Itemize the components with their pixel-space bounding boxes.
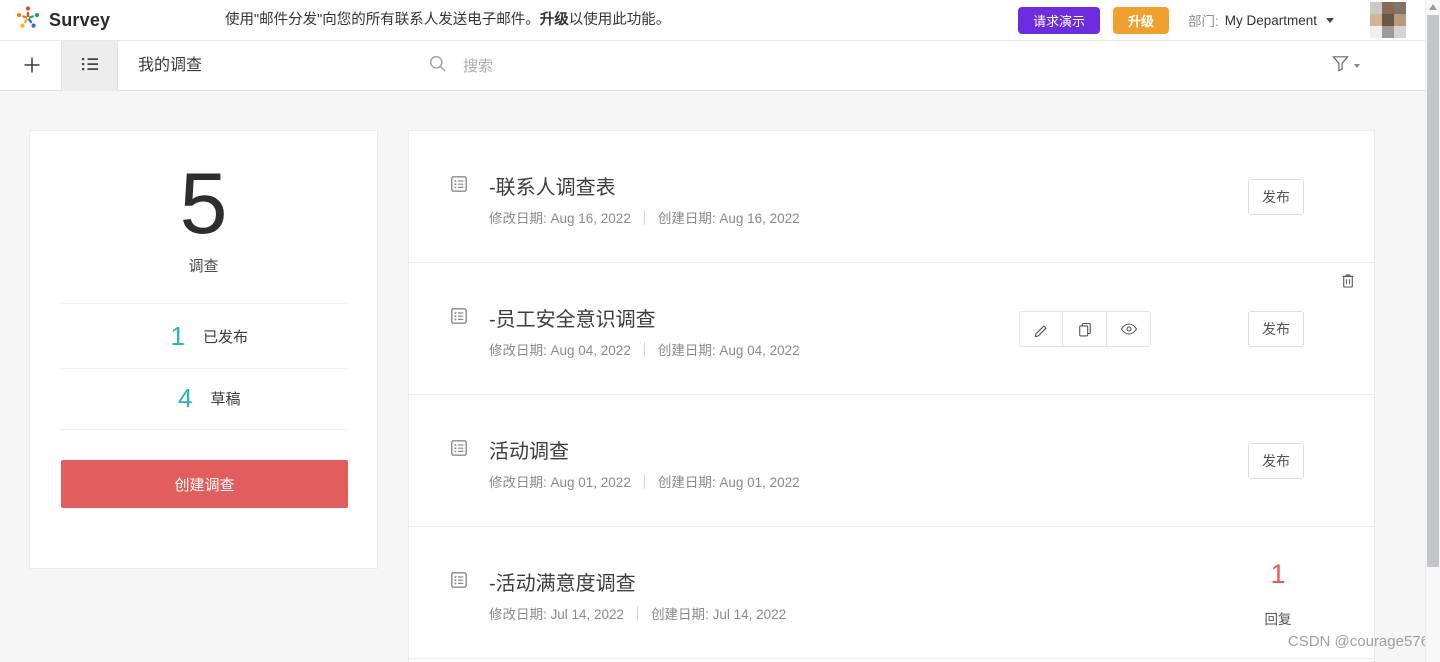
survey-dates: 修改日期: Aug 01, 2022 创建日期: Aug 01, 2022	[489, 471, 800, 491]
publish-button[interactable]: 发布	[1248, 179, 1304, 215]
filter-control[interactable]	[1331, 41, 1360, 91]
created-date: 创建日期: Jul 14, 2022	[651, 607, 787, 622]
divider	[637, 605, 639, 621]
create-survey-button[interactable]: 创建调查	[61, 460, 348, 508]
page-title: 我的调查	[138, 57, 203, 74]
chevron-down-icon	[1326, 17, 1335, 23]
divider	[643, 209, 645, 225]
responses-label: 回复	[1264, 612, 1292, 628]
survey-logo-icon	[14, 4, 42, 37]
scrollbar-thumb[interactable]	[1427, 15, 1439, 567]
search-icon	[428, 54, 448, 79]
search-box	[428, 41, 763, 91]
total-surveys-count: 5	[179, 156, 228, 252]
draft-stat[interactable]: 4 草稿	[30, 368, 377, 429]
notice-text-after: 以使用此功能。	[568, 12, 671, 28]
row-action-group	[1019, 311, 1151, 347]
scroll-up-arrow-icon[interactable]	[1429, 4, 1437, 10]
published-count: 1	[170, 320, 185, 351]
publish-button[interactable]: 发布	[1248, 443, 1304, 479]
survey-doc-icon	[449, 174, 469, 199]
published-label: 已发布	[202, 328, 248, 346]
created-date: 创建日期: Aug 04, 2022	[657, 343, 800, 358]
chevron-down-icon	[1354, 64, 1360, 68]
survey-row: -联系人调查表 修改日期: Aug 16, 2022 创建日期: Aug 16,…	[409, 131, 1374, 263]
user-avatar[interactable]	[1370, 2, 1406, 38]
list-view-tab[interactable]	[61, 41, 118, 91]
created-date: 创建日期: Aug 16, 2022	[657, 211, 800, 226]
draft-count: 4	[178, 383, 193, 413]
notice-text: 使用"邮件分发"向您的所有联系人发送电子邮件。	[225, 12, 540, 28]
summary-card: 5 调查 1 已发布 4 草稿 创建调查	[29, 130, 378, 569]
notice-upgrade-link[interactable]: 升级	[540, 12, 569, 28]
department-selector[interactable]: 部门: My Department	[1188, 0, 1335, 40]
published-stat[interactable]: 1 已发布	[30, 304, 377, 368]
delete-button[interactable]	[1338, 272, 1358, 292]
survey-dates: 修改日期: Aug 16, 2022 创建日期: Aug 16, 2022	[489, 207, 800, 227]
created-date: 创建日期: Aug 01, 2022	[657, 475, 800, 490]
survey-dates: 修改日期: Aug 04, 2022 创建日期: Aug 04, 2022	[489, 339, 800, 359]
upgrade-notice: 使用"邮件分发"向您的所有联系人发送电子邮件。升级以使用此功能。	[225, 0, 670, 40]
survey-doc-icon	[449, 306, 469, 331]
survey-row: 活动调查 修改日期: Aug 01, 2022 创建日期: Aug 01, 20…	[409, 395, 1374, 527]
divider	[643, 473, 645, 489]
survey-title[interactable]: -联系人调查表	[489, 171, 616, 200]
survey-title[interactable]: -活动满意度调查	[489, 567, 636, 596]
department-value: My Department	[1224, 12, 1318, 28]
divider	[643, 341, 645, 357]
responses-count: 1	[1270, 559, 1286, 589]
total-surveys-label: 调查	[188, 258, 219, 275]
app-logo[interactable]: Survey	[14, 0, 110, 40]
request-demo-button[interactable]: 请求演示	[1018, 7, 1101, 34]
survey-list: -联系人调查表 修改日期: Aug 16, 2022 创建日期: Aug 16,…	[408, 130, 1375, 662]
top-header: Survey 使用"邮件分发"向您的所有联系人发送电子邮件。升级以使用此功能。 …	[0, 0, 1440, 41]
app-window: Survey 使用"邮件分发"向您的所有联系人发送电子邮件。升级以使用此功能。 …	[0, 0, 1440, 662]
upgrade-button[interactable]: 升级	[1113, 7, 1170, 34]
survey-title[interactable]: 活动调查	[489, 435, 569, 464]
preview-eye-button[interactable]	[1107, 311, 1151, 347]
copy-button[interactable]	[1063, 311, 1107, 347]
filter-funnel-icon	[1331, 54, 1350, 78]
create-new-button[interactable]	[12, 41, 52, 91]
publish-button[interactable]: 发布	[1248, 311, 1304, 347]
app-name: Survey	[49, 9, 111, 30]
divider	[60, 429, 347, 430]
vertical-scrollbar[interactable]	[1425, 0, 1440, 662]
modified-date: 修改日期: Aug 04, 2022	[489, 343, 631, 358]
modified-date: 修改日期: Aug 01, 2022	[489, 475, 631, 490]
modified-date: 修改日期: Aug 16, 2022	[489, 211, 631, 226]
survey-doc-icon	[449, 438, 469, 463]
search-input[interactable]	[463, 57, 763, 75]
survey-row: -活动满意度调查 修改日期: Jul 14, 2022 创建日期: Jul 14…	[409, 527, 1374, 659]
list-view-icon	[79, 53, 101, 80]
plus-icon	[22, 55, 42, 78]
list-toolbar: 我的调查	[0, 41, 1440, 91]
watermark: CSDN @courage576	[1287, 633, 1429, 650]
department-label: 部门:	[1188, 14, 1219, 29]
edit-button[interactable]	[1019, 311, 1063, 347]
survey-dates: 修改日期: Jul 14, 2022 创建日期: Jul 14, 2022	[489, 603, 786, 623]
responses-stat[interactable]: 1 回复	[1238, 557, 1318, 628]
survey-title[interactable]: -员工安全意识调查	[489, 303, 656, 332]
modified-date: 修改日期: Jul 14, 2022	[489, 607, 625, 622]
survey-row: -员工安全意识调查 修改日期: Aug 04, 2022 创建日期: Aug 0…	[409, 263, 1374, 395]
draft-label: 草稿	[210, 391, 241, 408]
survey-doc-icon	[449, 570, 469, 595]
